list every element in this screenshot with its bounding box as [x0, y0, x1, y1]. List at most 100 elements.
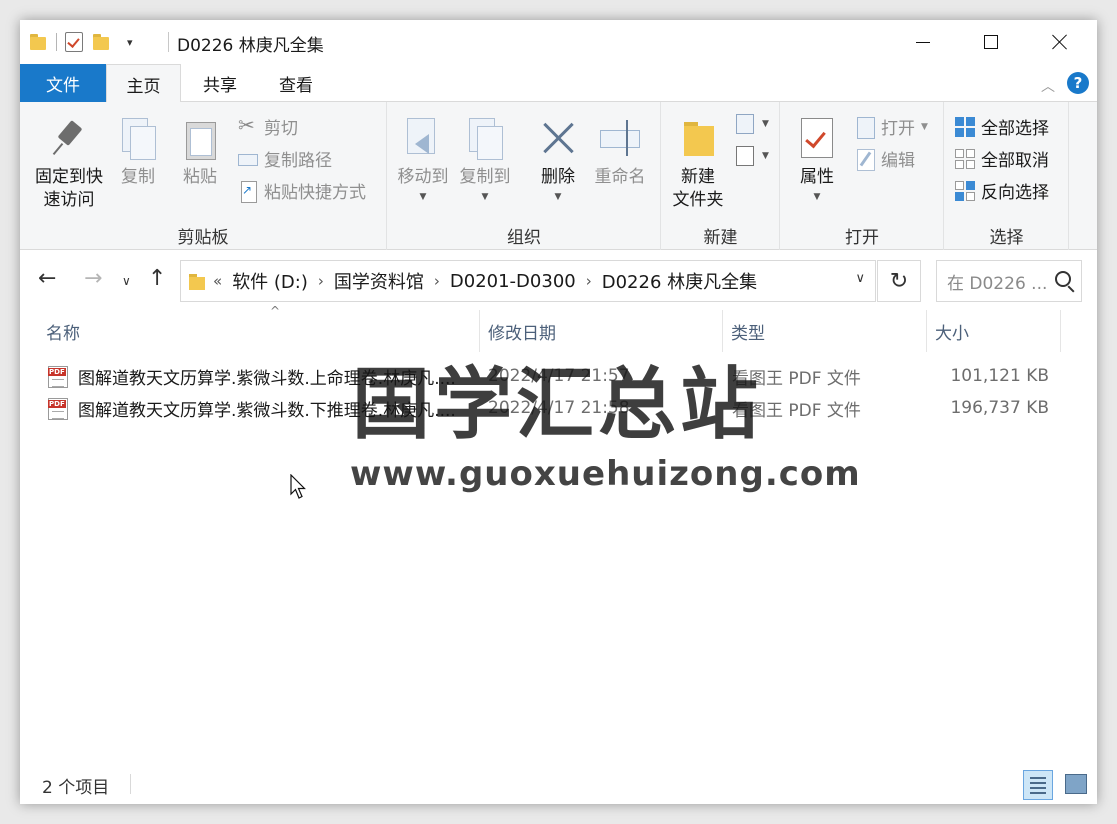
ribbon-collapse-chevron-icon[interactable]: ︿	[1041, 76, 1055, 96]
recent-locations-chevron-icon[interactable]: ∨	[122, 274, 131, 288]
edit-label: 编辑	[881, 151, 915, 171]
qat-customize-dropdown-icon[interactable]: ▾	[127, 36, 133, 49]
address-folder-icon	[189, 272, 205, 290]
tab-file[interactable]: 文件	[20, 64, 106, 102]
breadcrumb-separator-icon[interactable]: ›	[586, 272, 592, 290]
back-arrow-icon[interactable]: ←	[38, 266, 56, 291]
select-group: 全部选择 全部取消 反向选择 选择	[945, 102, 1069, 250]
new-group: 新建 文件夹 ▼ ▼ 新建	[662, 102, 780, 250]
organize-group: 移动到 ▼ 复制到 ▼ 删除 ▼ 重命名 组织	[388, 102, 661, 250]
easy-access-button[interactable]: ▼	[736, 146, 769, 166]
paste-button[interactable]: 粘贴	[178, 116, 222, 189]
tab-home[interactable]: 主页	[106, 64, 181, 103]
file-size: 196,737 KB	[950, 398, 1049, 418]
folder-icon	[30, 32, 46, 52]
scissors-icon	[238, 113, 258, 137]
pdf-file-icon	[48, 366, 68, 388]
qat-divider	[56, 33, 57, 51]
select-none-button[interactable]: 全部取消	[955, 146, 1049, 171]
address-history-dropdown-icon[interactable]: ∨	[855, 271, 865, 286]
breadcrumb-drive[interactable]: 软件 (D:)	[232, 268, 308, 294]
invert-selection-icon	[955, 180, 975, 201]
paste-shortcut-label: 粘贴快捷方式	[264, 183, 366, 203]
select-none-label: 全部取消	[981, 151, 1049, 171]
properties-button[interactable]: 属性 ▼	[795, 116, 839, 209]
breadcrumb-separator-icon[interactable]: ›	[318, 272, 324, 290]
title-divider	[168, 32, 169, 52]
delete-button[interactable]: 删除 ▼	[538, 116, 578, 209]
breadcrumb-range[interactable]: D0201-D0300	[450, 271, 576, 292]
maximize-button[interactable]	[960, 20, 1022, 64]
cut-button[interactable]: 剪切	[238, 113, 298, 140]
ribbon-tabs: 文件 主页 共享 查看 ︿ ?	[20, 64, 1097, 103]
new-folder-icon	[678, 116, 718, 160]
tab-share[interactable]: 共享	[186, 64, 254, 102]
invert-selection-label: 反向选择	[981, 183, 1049, 203]
select-all-icon	[955, 116, 975, 137]
refresh-icon: ↻	[889, 268, 909, 294]
up-arrow-icon[interactable]: ↑	[148, 266, 166, 291]
select-all-button[interactable]: 全部选择	[955, 114, 1049, 139]
copy-path-button[interactable]: 复制路径	[238, 146, 332, 171]
address-bar[interactable]: « 软件 (D:) › 国学资料馆 › D0201-D0300 › D0226 …	[180, 260, 876, 302]
new-item-button[interactable]: ▼	[736, 114, 769, 134]
minimize-button[interactable]	[892, 20, 954, 64]
quick-access-toolbar: ▾	[30, 30, 133, 54]
watermark-url: www.guoxuehuizong.com	[350, 454, 861, 494]
edit-icon	[855, 148, 875, 171]
select-group-label: 选择	[989, 228, 1024, 248]
copy-path-icon	[238, 149, 258, 169]
organize-group-label: 组织	[507, 228, 541, 248]
details-view-button[interactable]	[1023, 770, 1053, 800]
new-folder-label-line2: 文件夹	[672, 190, 724, 210]
window-title: D0226 林庚凡全集	[177, 36, 324, 56]
easy-access-dropdown-icon: ▼	[762, 151, 769, 161]
column-date-label: 修改日期	[488, 323, 556, 344]
new-folder-qat-icon[interactable]	[93, 32, 109, 52]
navigation-bar: ← → ∨ ↑ « 软件 (D:) › 国学资料馆 › D0201-D0300 …	[20, 250, 1097, 310]
tab-view[interactable]: 查看	[262, 64, 330, 102]
open-button[interactable]: 打开 ▼	[855, 114, 928, 139]
help-icon[interactable]: ?	[1067, 72, 1089, 94]
copy-icon	[118, 116, 158, 160]
status-bar: 2 个项目	[20, 766, 1097, 804]
rename-label: 重命名	[594, 167, 646, 187]
edit-button[interactable]: 编辑	[855, 146, 915, 171]
close-icon	[1052, 34, 1068, 50]
column-header-size[interactable]: 大小	[929, 310, 1061, 352]
properties-icon	[797, 116, 837, 160]
new-item-icon	[736, 114, 756, 134]
select-none-icon	[955, 148, 975, 169]
close-button[interactable]	[1029, 20, 1091, 64]
breadcrumb-separator-icon[interactable]: ›	[434, 272, 440, 290]
properties-qat-icon[interactable]	[65, 32, 83, 52]
mouse-cursor-icon	[290, 474, 306, 499]
paste-shortcut-button[interactable]: 粘贴快捷方式	[238, 178, 366, 203]
invert-selection-button[interactable]: 反向选择	[955, 178, 1049, 203]
pin-to-quick-access-button[interactable]: 固定到快 速访问	[32, 116, 106, 212]
forward-arrow-icon[interactable]: →	[84, 266, 102, 291]
new-folder-label-line1: 新建	[681, 167, 715, 187]
column-type-label: 类型	[731, 323, 765, 344]
sort-ascending-icon: ^	[270, 304, 281, 318]
move-to-button[interactable]: 移动到 ▼	[396, 116, 450, 209]
breadcrumb-current[interactable]: D0226 林庚凡全集	[602, 268, 757, 294]
breadcrumb-overflow[interactable]: «	[213, 272, 222, 290]
large-icons-view-button[interactable]	[1065, 774, 1087, 794]
copy-button[interactable]: 复制	[116, 116, 160, 189]
rename-button[interactable]: 重命名	[592, 116, 648, 189]
breadcrumb-guoxue[interactable]: 国学资料馆	[334, 268, 424, 294]
search-box[interactable]: 在 D0226 ...	[936, 260, 1082, 302]
refresh-button[interactable]: ↻	[877, 260, 921, 302]
clipboard-group-label: 剪贴板	[177, 228, 229, 248]
new-group-label: 新建	[703, 228, 738, 248]
column-name-label: 名称	[46, 323, 80, 344]
copy-path-label: 复制路径	[264, 151, 332, 171]
rename-icon	[600, 116, 640, 160]
copy-to-button[interactable]: 复制到 ▼	[458, 116, 512, 209]
pin-label-line1: 固定到快	[35, 167, 103, 187]
copy-to-dropdown-icon: ▼	[481, 192, 489, 202]
new-folder-button[interactable]: 新建 文件夹	[668, 116, 728, 212]
file-size: 101,121 KB	[950, 366, 1049, 386]
open-group: 属性 ▼ 打开 ▼ 编辑 打开	[781, 102, 944, 250]
